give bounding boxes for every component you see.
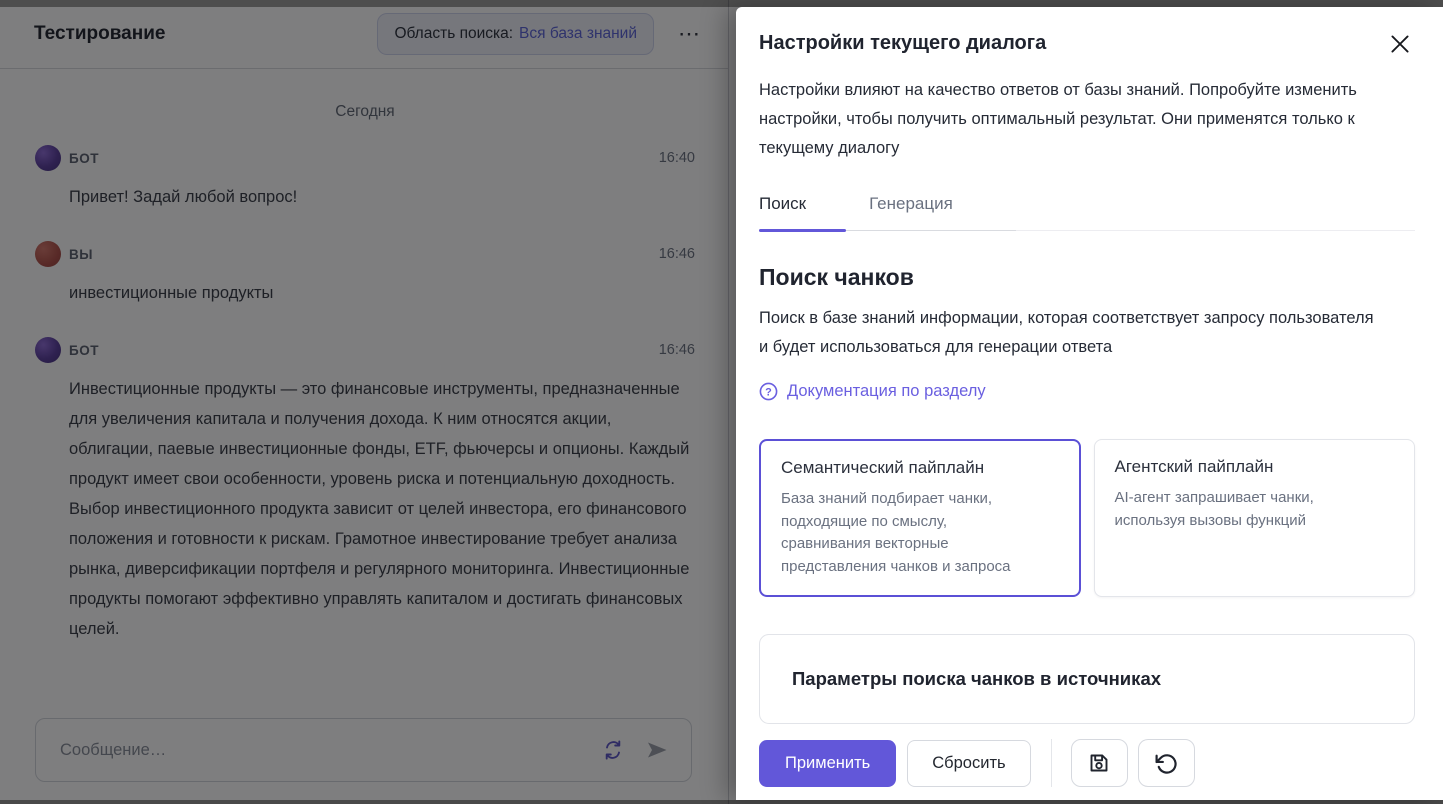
pipeline-card-agent[interactable]: Агентский пайплайн AI-агент запрашивает … xyxy=(1094,439,1416,597)
footer-divider xyxy=(1051,739,1052,787)
reset-button[interactable]: Сбросить xyxy=(907,740,1030,787)
dialog-settings-content: Настройки текущего диалога Настройки вли… xyxy=(736,7,1443,800)
save-icon xyxy=(1087,751,1111,775)
documentation-link[interactable]: ? Документация по разделу xyxy=(759,382,986,401)
section-heading: Поиск чанков xyxy=(759,264,1415,291)
section-description: Поиск в базе знаний информации, которая … xyxy=(759,304,1383,362)
pipeline-description: База знаний подбирает чанки, подходящие … xyxy=(781,488,1023,578)
save-preset-button[interactable] xyxy=(1071,739,1128,787)
close-button[interactable] xyxy=(1385,29,1415,59)
pipeline-options: Семантический пайплайн База знаний подби… xyxy=(759,439,1415,597)
tab-generation[interactable]: Генерация xyxy=(869,188,993,230)
pipeline-description: AI-агент запрашивает чанки, используя вы… xyxy=(1115,487,1357,532)
dialog-description: Настройки влияют на качество ответов от … xyxy=(759,76,1383,163)
dialog-footer: Применить Сбросить xyxy=(736,734,1443,800)
search-params-heading: Параметры поиска чанков в источниках xyxy=(792,668,1382,690)
undo-button[interactable] xyxy=(1138,739,1195,787)
tab-search[interactable]: Поиск xyxy=(759,188,846,230)
dialog-settings-panel: Настройки текущего диалога Настройки вли… xyxy=(736,7,1443,800)
question-circle-icon: ? xyxy=(759,382,778,401)
svg-text:?: ? xyxy=(765,386,772,398)
dialog-title: Настройки текущего диалога xyxy=(759,29,1046,55)
close-icon xyxy=(1387,31,1413,57)
pipeline-card-semantic[interactable]: Семантический пайплайн База знаний подби… xyxy=(759,439,1081,597)
window-edge-top xyxy=(0,0,1443,7)
undo-icon xyxy=(1154,751,1179,776)
pipeline-title: Семантический пайплайн xyxy=(781,458,1059,478)
window-edge-bottom xyxy=(0,800,1443,804)
search-params-card: Параметры поиска чанков в источниках xyxy=(759,634,1415,724)
settings-tabs: Поиск Генерация xyxy=(759,188,1415,231)
apply-button[interactable]: Применить xyxy=(759,740,896,787)
tablist: Поиск Генерация xyxy=(759,188,1016,231)
pipeline-title: Агентский пайплайн xyxy=(1115,457,1395,477)
documentation-link-label: Документация по разделу xyxy=(787,382,986,401)
